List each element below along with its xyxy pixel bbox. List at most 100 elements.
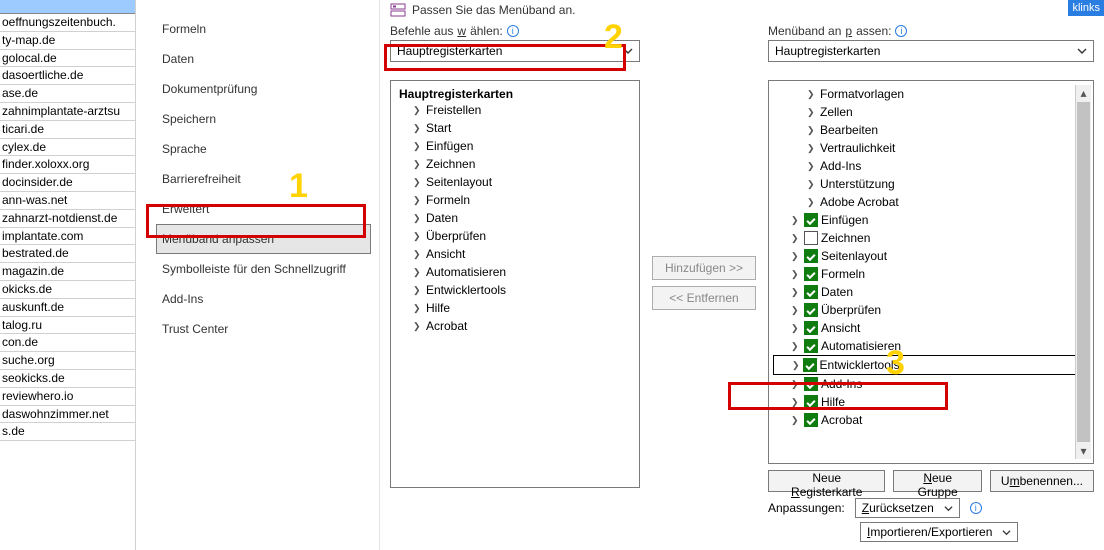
checkbox[interactable] — [803, 358, 817, 372]
tree-item[interactable]: ❯Freistellen — [395, 101, 635, 119]
sidebar-item[interactable]: Formeln — [156, 14, 371, 44]
expand-icon[interactable]: ❯ — [807, 197, 817, 208]
expand-icon[interactable]: ❯ — [791, 233, 801, 244]
checkbox[interactable] — [804, 303, 818, 317]
tree-item[interactable]: ❯Einfügen — [395, 137, 635, 155]
tree-item[interactable]: ❯Automatisieren — [395, 263, 635, 281]
expand-icon[interactable]: ❯ — [791, 269, 801, 280]
import-export-dropdown[interactable]: Importieren/Exportieren — [860, 522, 1018, 542]
remove-button[interactable]: << Entfernen — [652, 286, 756, 310]
checkbox[interactable] — [804, 267, 818, 281]
expand-icon[interactable]: ❯ — [807, 107, 817, 118]
sidebar-item[interactable]: Sprache — [156, 134, 371, 164]
expand-icon[interactable]: ❯ — [413, 123, 423, 134]
tree-item[interactable]: ❯Ansicht — [395, 245, 635, 263]
info-icon[interactable]: i — [970, 502, 982, 514]
checkbox[interactable] — [804, 321, 818, 335]
expand-icon[interactable]: ❯ — [807, 179, 817, 190]
tree-item[interactable]: ❯Formeln — [395, 191, 635, 209]
expand-icon[interactable]: ❯ — [807, 125, 817, 136]
tree-tab-item[interactable]: ❯Einfügen — [773, 211, 1075, 229]
expand-icon[interactable]: ❯ — [413, 141, 423, 152]
tree-item[interactable]: ❯Acrobat — [395, 317, 635, 335]
tree-tab-item[interactable]: ❯Add-Ins — [773, 375, 1075, 393]
reset-dropdown[interactable]: Zurücksetzen — [855, 498, 960, 518]
expand-icon[interactable]: ❯ — [807, 89, 817, 100]
tree-item[interactable]: ❯Start — [395, 119, 635, 137]
tree-subitem[interactable]: ❯Bearbeiten — [773, 121, 1075, 139]
expand-icon[interactable]: ❯ — [807, 143, 817, 154]
tree-tab-item[interactable]: ❯Überprüfen — [773, 301, 1075, 319]
tree-tab-item[interactable]: ❯Hilfe — [773, 393, 1075, 411]
expand-icon[interactable]: ❯ — [791, 397, 801, 408]
expand-icon[interactable]: ❯ — [413, 159, 423, 170]
sidebar-item[interactable]: Trust Center — [156, 314, 371, 344]
tree-item[interactable]: ❯Hilfe — [395, 299, 635, 317]
sidebar-item[interactable]: Dokumentprüfung — [156, 74, 371, 104]
tree-subitem[interactable]: ❯Add-Ins — [773, 157, 1075, 175]
tree-tab-item[interactable]: ❯Zeichnen — [773, 229, 1075, 247]
tree-item[interactable]: ❯Seitenlayout — [395, 173, 635, 191]
tree-tab-item[interactable]: ❯Seitenlayout — [773, 247, 1075, 265]
tree-item[interactable]: ❯Zeichnen — [395, 155, 635, 173]
tree-item[interactable]: ❯Überprüfen — [395, 227, 635, 245]
tree-tab-item[interactable]: ❯Automatisieren — [773, 337, 1075, 355]
tree-tab-item[interactable]: ❯Ansicht — [773, 319, 1075, 337]
ribbon-tree[interactable]: ❯Formatvorlagen❯Zellen❯Bearbeiten❯Vertra… — [768, 80, 1094, 464]
commands-dropdown[interactable]: Hauptregisterkarten — [390, 40, 640, 62]
expand-icon[interactable]: ❯ — [791, 215, 801, 226]
expand-icon[interactable]: ❯ — [413, 321, 423, 332]
checkbox[interactable] — [804, 285, 818, 299]
sidebar-item[interactable]: Barrierefreiheit — [156, 164, 371, 194]
customize-dropdown[interactable]: Hauptregisterkarten — [768, 40, 1094, 62]
checkbox[interactable] — [804, 339, 818, 353]
expand-icon[interactable]: ❯ — [413, 303, 423, 314]
sidebar-item[interactable]: Symbolleiste für den Schnellzugriff — [156, 254, 371, 284]
expand-icon[interactable]: ❯ — [791, 287, 801, 298]
scroll-up-icon[interactable]: ▴ — [1076, 85, 1091, 101]
expand-icon[interactable]: ❯ — [413, 249, 423, 260]
info-icon[interactable]: i — [507, 25, 519, 37]
checkbox[interactable] — [804, 231, 818, 245]
tree-tab-item[interactable]: ❯Entwicklertools — [773, 355, 1075, 375]
expand-icon[interactable]: ❯ — [413, 231, 423, 242]
expand-icon[interactable]: ❯ — [413, 195, 423, 206]
sidebar-item[interactable]: Speichern — [156, 104, 371, 134]
tree-item[interactable]: ❯Entwicklertools — [395, 281, 635, 299]
info-icon[interactable]: i — [895, 25, 907, 37]
scrollbar[interactable]: ▴ ▾ — [1075, 85, 1091, 459]
expand-icon[interactable]: ❯ — [791, 323, 801, 334]
tree-subitem[interactable]: ❯Vertraulichkeit — [773, 139, 1075, 157]
expand-icon[interactable]: ❯ — [791, 305, 801, 316]
checkbox[interactable] — [804, 249, 818, 263]
tree-subitem[interactable]: ❯Adobe Acrobat — [773, 193, 1075, 211]
sidebar-item[interactable]: Menüband anpassen — [156, 224, 371, 254]
add-button[interactable]: Hinzufügen >> — [652, 256, 756, 280]
checkbox[interactable] — [804, 213, 818, 227]
expand-icon[interactable]: ❯ — [791, 415, 801, 426]
checkbox[interactable] — [804, 413, 818, 427]
expand-icon[interactable]: ❯ — [413, 105, 423, 116]
expand-icon[interactable]: ❯ — [413, 285, 423, 296]
expand-icon[interactable]: ❯ — [807, 161, 817, 172]
tree-tab-item[interactable]: ❯Acrobat — [773, 411, 1075, 429]
tree-subitem[interactable]: ❯Zellen — [773, 103, 1075, 121]
new-group-button[interactable]: Neue Gruppe — [893, 470, 982, 492]
scroll-thumb[interactable] — [1077, 102, 1090, 442]
expand-icon[interactable]: ❯ — [791, 341, 801, 352]
expand-icon[interactable]: ❯ — [413, 177, 423, 188]
new-tab-button[interactable]: Neue Registerkarte — [768, 470, 885, 492]
expand-icon[interactable]: ❯ — [413, 267, 423, 278]
scroll-down-icon[interactable]: ▾ — [1076, 443, 1091, 459]
commands-tree[interactable]: Hauptregisterkarten ❯Freistellen❯Start❯E… — [390, 80, 640, 488]
sidebar-item[interactable]: Daten — [156, 44, 371, 74]
sidebar-item[interactable]: Add-Ins — [156, 284, 371, 314]
sidebar-item[interactable]: Erweitert — [156, 194, 371, 224]
tree-subitem[interactable]: ❯Unterstützung — [773, 175, 1075, 193]
tree-subitem[interactable]: ❯Formatvorlagen — [773, 85, 1075, 103]
rename-button[interactable]: Umbenennen... — [990, 470, 1094, 492]
checkbox[interactable] — [804, 377, 818, 391]
tree-tab-item[interactable]: ❯Daten — [773, 283, 1075, 301]
expand-icon[interactable]: ❯ — [791, 251, 801, 262]
tree-tab-item[interactable]: ❯Formeln — [773, 265, 1075, 283]
